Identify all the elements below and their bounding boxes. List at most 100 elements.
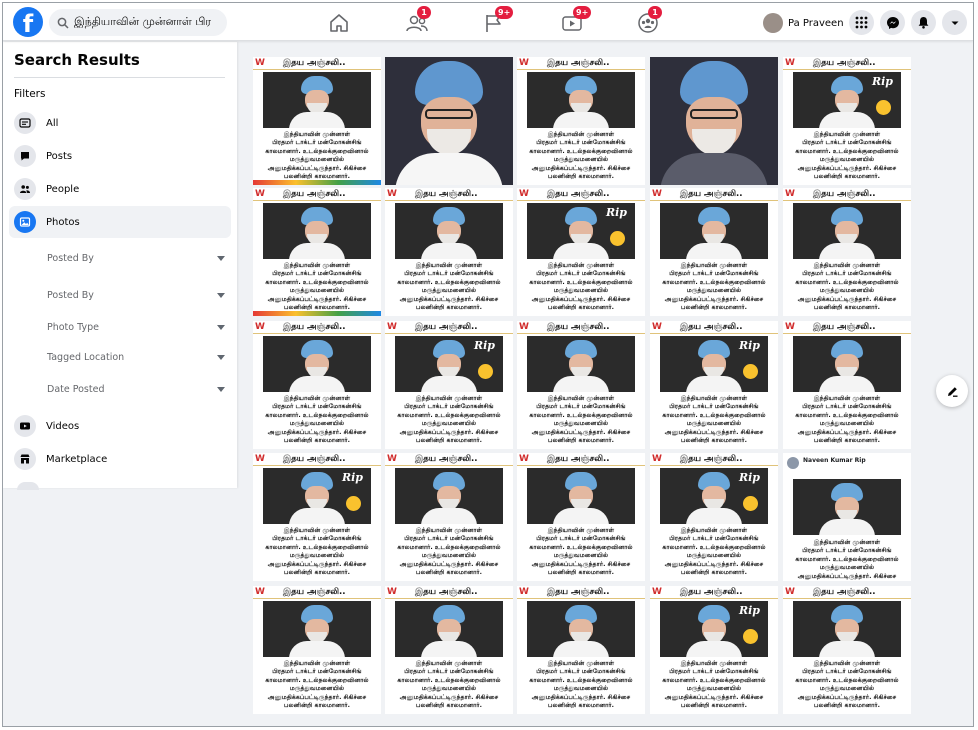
search-input[interactable]: [74, 16, 224, 29]
sidebar-more-item: [17, 482, 39, 490]
card-title: இதய அஞ்சலி..: [415, 587, 478, 597]
card-title: இதய அஞ்சலி..: [680, 322, 743, 332]
crying-emoji-icon: [610, 231, 625, 246]
card-title: இதய அஞ்சலி..: [283, 322, 346, 332]
card-banner: W இதய அஞ்சலி..: [253, 453, 381, 466]
sidebar-item-videos[interactable]: Videos: [9, 410, 231, 442]
chevron-down-icon: [951, 21, 958, 25]
photo-image: [395, 601, 503, 657]
photo-result[interactable]: W இதய அஞ்சலி.. இந்தியாவின் முன்னாள் பிரதமர…: [253, 57, 381, 185]
photo-result[interactable]: W இதய அஞ்சலி.. இந்தியாவின் முன்னாள் பிரதமர…: [517, 57, 645, 185]
watch-nav-button[interactable]: 9+: [559, 6, 592, 36]
menu-button[interactable]: [849, 10, 874, 35]
sidebar-item-marketplace[interactable]: Marketplace: [9, 443, 231, 475]
photo-result[interactable]: W இதய அஞ்சலி.. இந்தியாவின் முன்னாள் பிரதமர…: [517, 321, 645, 449]
channel-logo: W: [255, 587, 265, 597]
photo-result[interactable]: W இதய அஞ்சலி.. Rip இந்தியாவின் முன்னாள் பிர…: [517, 188, 645, 316]
channel-logo: W: [255, 189, 265, 199]
photo-result[interactable]: W இதய அஞ்சலி.. இந்தியாவின் முன்னாள் பிரதமர…: [385, 453, 513, 581]
sidebar-item-label: Marketplace: [46, 453, 108, 465]
facebook-logo-icon[interactable]: f: [13, 7, 43, 37]
photo-result[interactable]: W இதய அஞ்சலி.. Rip இந்தியாவின் முன்னாள் பிர…: [650, 453, 778, 581]
filter-posted-by[interactable]: Posted By: [47, 248, 225, 268]
filter-photo-type[interactable]: Photo Type: [47, 317, 225, 337]
photo-subject: [421, 376, 477, 392]
search-box[interactable]: [49, 9, 227, 36]
card-caption: இந்தியாவின் முன்னாள் பிரதமர் டாக்டர் மன்…: [795, 131, 899, 181]
photo-subject: [686, 243, 742, 259]
notifications-button[interactable]: [911, 10, 936, 35]
channel-logo: W: [785, 58, 795, 68]
filter-tagged-location[interactable]: Tagged Location: [47, 347, 225, 367]
filter-label: Tagged Location: [47, 351, 125, 363]
card-banner: W இதய அஞ்சலி..: [517, 453, 645, 466]
caret-down-icon: [217, 354, 225, 360]
photo-result[interactable]: W இதய அஞ்சலி.. இந்தியாவின் முன்னாள் பிரதமர…: [517, 453, 645, 581]
photo-result[interactable]: W இதய அஞ்சலி.. இந்தியாவின் முன்னாள் பிரதமர…: [253, 188, 381, 316]
photo-result[interactable]: W இதய அஞ்சலி.. Rip இந்தியாவின் முன்னாள் பிர…: [783, 57, 911, 185]
card-banner: W இதய அஞ்சலி..: [783, 586, 911, 599]
card-banner: W இதய அஞ்சலி..: [783, 188, 911, 201]
photo-result[interactable]: W இதய அஞ்சலி.. இந்தியாவின் முன்னாள் பிரதமர…: [650, 188, 778, 316]
card-caption: இந்தியாவின் முன்னாள் பிரதமர் டாக்டர் மன்…: [795, 660, 899, 710]
photo-result[interactable]: W இதய அஞ்சலி.. இந்தியாவின் முன்னாள் பிரதமர…: [783, 586, 911, 714]
channel-logo: W: [652, 322, 662, 332]
sidebar-item-photos[interactable]: Photos: [9, 206, 231, 238]
friends-nav-button[interactable]: 1: [404, 6, 431, 36]
account-button[interactable]: [942, 10, 967, 35]
filter-posted-by-2[interactable]: Posted By: [47, 285, 225, 305]
photo-subject: [289, 376, 345, 392]
filter-date-posted[interactable]: Date Posted: [47, 379, 225, 399]
channel-logo: W: [785, 587, 795, 597]
card-title: இதய அஞ்சலி..: [547, 454, 610, 464]
pages-nav-button[interactable]: 9+: [481, 6, 514, 36]
card-title: இதய அஞ்சலி..: [547, 587, 610, 597]
card-title: இதய அஞ்சலி..: [680, 454, 743, 464]
photo-result[interactable]: W இதய அஞ்சலி.. இந்தியாவின் முன்னாள் பிரதமர…: [253, 321, 381, 449]
card-caption: இந்தியாவின் முன்னாள் பிரதமர் டாக்டர் மன்…: [397, 262, 501, 312]
sidebar-item-all[interactable]: All: [9, 107, 231, 139]
photo-subject: [686, 376, 742, 392]
photo-result[interactable]: W இதய அஞ்சலி.. இந்தியாவின் முன்னாள் பிரதமர…: [385, 586, 513, 714]
bell-icon: [918, 17, 929, 29]
profile-button[interactable]: Pa Praveen: [763, 11, 844, 35]
photo-result[interactable]: W இதய அஞ்சலி.. Rip இந்தியாவின் முன்னாள் பிர…: [385, 321, 513, 449]
photo-result[interactable]: W இதய அஞ்சலி.. இந்தியாவின் முன்னாள் பிரதமர…: [783, 188, 911, 316]
photo-result[interactable]: [650, 57, 778, 185]
sidebar-item-posts[interactable]: Posts: [9, 140, 231, 172]
card-banner: W இதய அஞ்சலி..: [650, 188, 778, 201]
photo-image: [527, 72, 635, 128]
posts-icon: [14, 145, 36, 167]
channel-logo: W: [387, 322, 397, 332]
photo-result[interactable]: [385, 57, 513, 185]
photo-result[interactable]: W இதய அஞ்சலி.. இந்தியாவின் முன்னாள் பிரதமர…: [385, 188, 513, 316]
photo-result[interactable]: W இதய அஞ்சலி.. Rip இந்தியாவின் முன்னாள் பிர…: [650, 586, 778, 714]
photo-result[interactable]: W இதய அஞ்சலி.. இந்தியாவின் முன்னாள் பிரதமர…: [253, 586, 381, 714]
card-banner: W இதய அஞ்சலி..: [253, 57, 381, 70]
filters-label: Filters: [14, 88, 46, 100]
messenger-button[interactable]: [880, 10, 905, 35]
photo-subject: [686, 641, 742, 657]
card-caption: இந்தியாவின் முன்னாள் பிரதமர் டாக்டர் மன்…: [795, 395, 899, 445]
photo-result[interactable]: W இதய அஞ்சலி.. Rip இந்தியாவின் முன்னாள் பிர…: [650, 321, 778, 449]
home-nav-button[interactable]: [326, 10, 352, 36]
sidebar-item-people[interactable]: People: [9, 173, 231, 205]
search-icon: [57, 17, 69, 29]
photo-subject: [289, 508, 345, 524]
photo-result[interactable]: W இதய அஞ்சலி.. Rip இந்தியாவின் முன்னாள் பிர…: [253, 453, 381, 581]
photo-subject: [553, 243, 609, 259]
card-caption: இந்தியாவின் முன்னாள் பிரதமர் டாக்டர் மன்…: [662, 527, 766, 577]
photo-result[interactable]: Naveen Kumar Rip இந்தியாவின் முன்னாள் பிர…: [783, 453, 911, 581]
photo-result[interactable]: W இதய அஞ்சலி.. இந்தியாவின் முன்னாள் பிரதமர…: [783, 321, 911, 449]
card-title: இதய அஞ்சலி..: [415, 322, 478, 332]
new-message-button[interactable]: [936, 375, 968, 407]
card-title: இதய அஞ்சலி..: [547, 58, 610, 68]
channel-logo: W: [519, 58, 529, 68]
card-caption: இந்தியாவின் முன்னாள் பிரதமர் டாக்டர் மன்…: [265, 395, 369, 445]
sidebar-item-label: People: [46, 183, 80, 195]
groups-nav-button[interactable]: 1: [635, 6, 662, 36]
card-title: இதய அஞ்சலி..: [283, 189, 346, 199]
rip-label: Rip: [341, 471, 363, 484]
caret-down-icon: [217, 386, 225, 392]
photo-result[interactable]: W இதய அஞ்சலி.. இந்தியாவின் முன்னாள் பிரதமர…: [517, 586, 645, 714]
